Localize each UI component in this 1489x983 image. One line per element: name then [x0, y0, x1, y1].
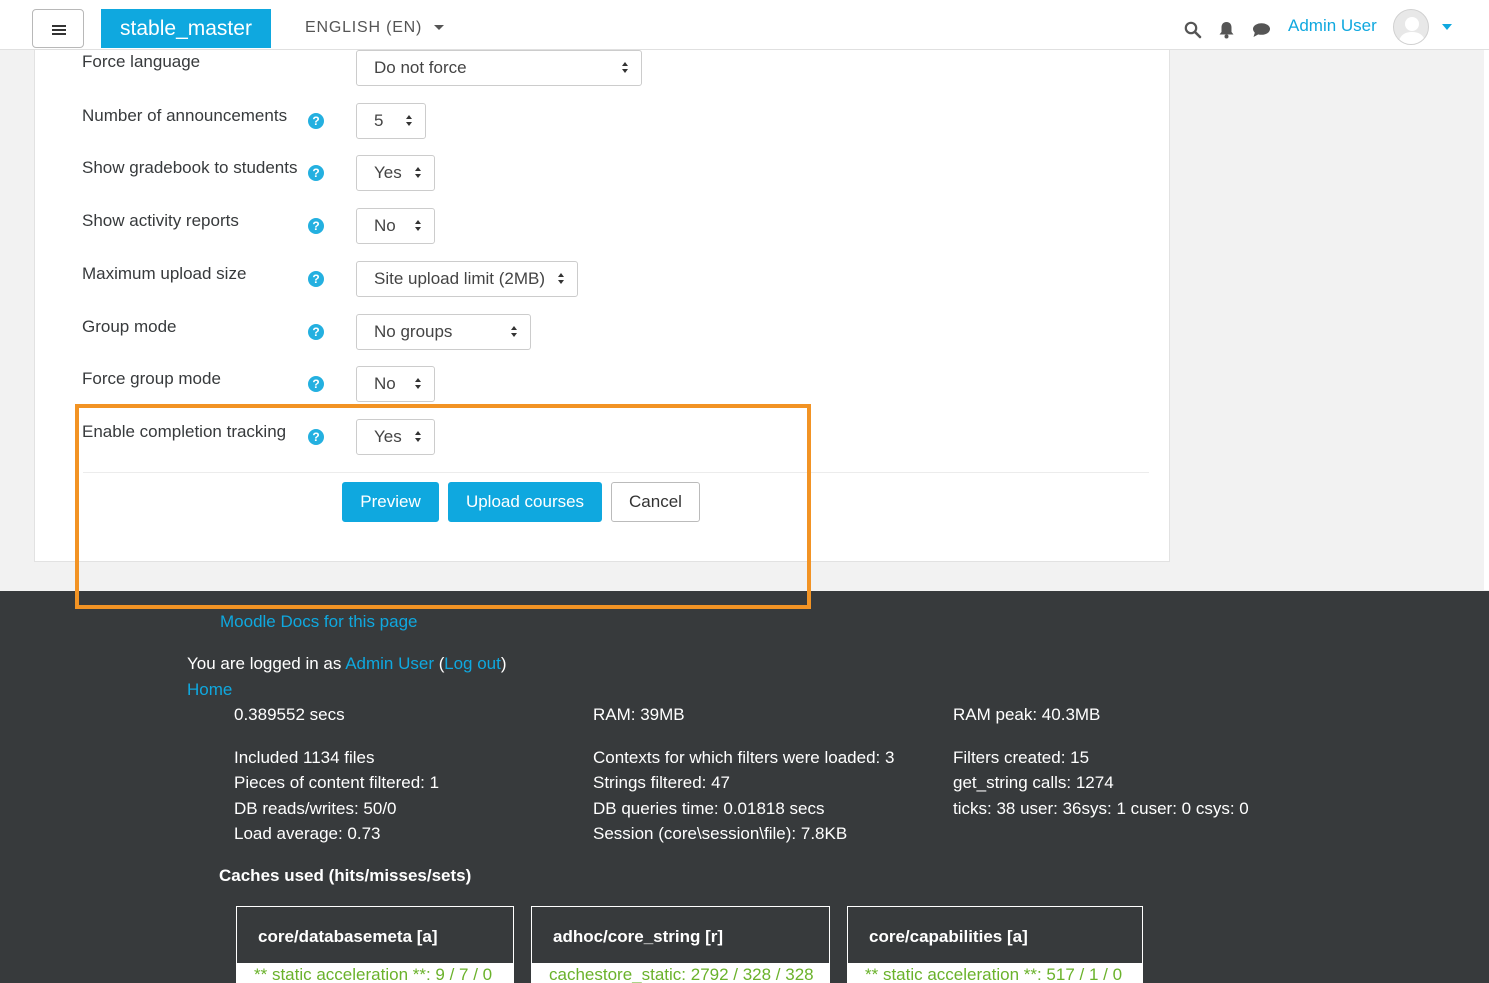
form-row: Force language Do not force — [82, 50, 782, 92]
form-row: Show gradebook to students? Yes — [82, 155, 782, 198]
cache-name: core/capabilities [a] — [869, 927, 1028, 946]
form-row-select[interactable]: Yes — [356, 155, 435, 191]
form-row-label: Maximum upload size — [82, 264, 247, 283]
select-value: Site upload limit (2MB) — [374, 269, 546, 288]
help-icon[interactable]: ? — [308, 113, 324, 129]
select-value: Do not force — [374, 58, 467, 77]
paren-close: ) — [500, 654, 507, 673]
messages-chat-icon[interactable] — [1252, 22, 1271, 43]
form-row-label: Show gradebook to students — [82, 158, 298, 177]
form-row-select[interactable]: 5 — [356, 103, 426, 139]
notifications-bell-icon[interactable] — [1218, 21, 1235, 44]
perf-stat: RAM: 39MB — [593, 705, 685, 724]
upload-courses-form-card: Force language Do not force Number of anno… — [34, 50, 1170, 562]
select-value: Yes — [374, 163, 402, 182]
perf-stat: Load average: 0.73 — [234, 824, 381, 843]
help-icon[interactable]: ? — [308, 165, 324, 181]
form-row: Maximum upload size? Site upload limit (2… — [82, 261, 782, 304]
select-value: No — [374, 374, 396, 393]
select-arrows-icon — [558, 273, 565, 286]
upload-courses-button[interactable]: Upload courses — [448, 482, 602, 522]
cache-box: adhoc/core_string [r] cachestore_static: … — [531, 906, 830, 983]
perf-stat: DB queries time: 0.01818 secs — [593, 799, 825, 818]
form-row-label: Group mode — [82, 317, 177, 336]
hamburger-icon — [52, 25, 66, 35]
select-arrows-icon — [622, 62, 629, 75]
cache-box: core/databasemeta [a] ** static accelerat… — [236, 906, 514, 983]
form-row-label: Number of announcements — [82, 106, 288, 125]
form-row: Show activity reports? No — [82, 208, 782, 251]
perf-stat: Contexts for which filters were loaded: … — [593, 748, 895, 767]
select-value: Yes — [374, 427, 402, 446]
logout-link[interactable]: Log out — [444, 654, 501, 673]
perf-stat: Strings filtered: 47 — [593, 773, 731, 792]
form-row-label: Show activity reports — [82, 211, 239, 230]
language-menu[interactable]: ENGLISH (EN) — [305, 19, 445, 37]
page-footer: Moodle Docs for this page You are logged… — [0, 591, 1489, 983]
help-icon[interactable]: ? — [308, 271, 324, 287]
form-row-select[interactable]: No — [356, 208, 435, 244]
form-row: Number of announcements? 5 — [82, 103, 782, 146]
help-icon[interactable]: ? — [308, 324, 324, 340]
search-icon[interactable] — [1184, 21, 1202, 44]
select-value: No groups — [374, 322, 453, 341]
perf-stat: RAM peak: 40.3MB — [953, 705, 1101, 724]
user-menu-chevron-icon[interactable] — [1442, 24, 1452, 30]
form-row: Group mode? No groups — [82, 314, 782, 357]
select-value: No — [374, 216, 396, 235]
perf-stat: Filters created: 15 — [953, 748, 1090, 767]
select-arrows-icon — [415, 431, 422, 444]
help-icon[interactable]: ? — [308, 218, 324, 234]
form-divider — [83, 472, 1149, 473]
perf-stat: get_string calls: 1274 — [953, 773, 1114, 792]
select-arrows-icon — [406, 115, 413, 128]
logged-in-prefix: You are logged in as — [187, 654, 342, 673]
select-value: 5 — [374, 111, 384, 130]
cache-stat-line: cachestore_static: 2792 / 328 / 328 — [532, 963, 829, 983]
select-arrows-icon — [415, 378, 422, 391]
form-row-select[interactable]: Site upload limit (2MB) — [356, 261, 578, 297]
cache-stat-line: ** static acceleration **: 9 / 7 / 0 — [237, 963, 513, 983]
page-right-edge — [1484, 50, 1489, 590]
form-row: Enable completion tracking? Yes — [82, 419, 782, 462]
help-icon[interactable]: ? — [308, 376, 324, 392]
select-arrows-icon — [511, 326, 518, 339]
perf-stat: 0.389552 secs — [234, 705, 345, 724]
cache-box: core/capabilities [a] ** static accelerat… — [847, 906, 1143, 983]
logged-in-info: You are logged in as Admin User ( Log ou… — [187, 654, 507, 674]
user-avatar[interactable] — [1393, 9, 1429, 45]
cache-name: adhoc/core_string [r] — [553, 927, 724, 946]
select-arrows-icon — [415, 167, 422, 180]
form-row-label: Force group mode — [82, 369, 221, 388]
cancel-button[interactable]: Cancel — [611, 482, 700, 522]
perf-stat: Session (core\session\file): 7.8KB — [593, 824, 848, 843]
chevron-down-icon — [434, 25, 445, 31]
help-icon[interactable]: ? — [308, 429, 324, 445]
form-row-select[interactable]: No groups — [356, 314, 531, 350]
logged-in-user-link[interactable]: Admin User — [345, 654, 434, 673]
perf-stat: DB reads/writes: 50/0 — [234, 799, 397, 818]
site-brand-link[interactable]: stable_master — [101, 9, 271, 48]
form-row-select[interactable]: Yes — [356, 419, 435, 455]
form-row-select[interactable]: Do not force — [356, 50, 642, 86]
form-row: Force group mode? No — [82, 366, 782, 409]
form-row-select[interactable]: No — [356, 366, 435, 402]
caches-heading: Caches used (hits/misses/sets) — [219, 866, 472, 885]
top-navbar: stable_master ENGLISH (EN) Admin User — [0, 0, 1489, 50]
perf-stat: Pieces of content filtered: 1 — [234, 773, 440, 792]
home-link[interactable]: Home — [187, 680, 232, 700]
perf-stat: ticks: 38 user: 36sys: 1 cuser: 0 csys: … — [953, 799, 1249, 818]
cache-stat-line: ** static acceleration **: 517 / 1 / 0 — [848, 963, 1142, 983]
perf-stat: Included 1134 files — [234, 748, 375, 767]
preview-button[interactable]: Preview — [342, 482, 439, 522]
user-menu-name[interactable]: Admin User — [1288, 16, 1377, 36]
nav-drawer-toggle-button[interactable] — [32, 9, 84, 48]
select-arrows-icon — [415, 220, 422, 233]
cache-name: core/databasemeta [a] — [258, 927, 438, 946]
form-row-label: Force language — [82, 52, 201, 71]
form-row-label: Enable completion tracking — [82, 422, 287, 441]
moodle-docs-link[interactable]: Moodle Docs for this page — [220, 612, 418, 632]
language-label: ENGLISH (EN) — [305, 19, 423, 36]
